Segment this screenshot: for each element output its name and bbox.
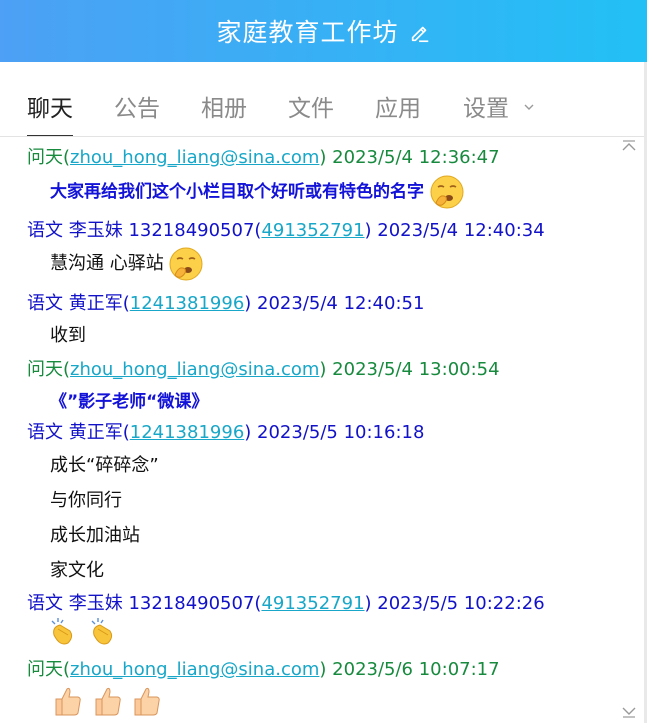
sender-name: 问天(: [27, 659, 71, 680]
thumbs-up-icon: [134, 687, 161, 716]
yawn-emoji-icon: [430, 175, 464, 209]
tab-album[interactable]: 相册: [201, 89, 247, 135]
message-timestamp: ) 2023/5/5 10:22:26: [364, 593, 545, 614]
message-line: 成长加油站: [50, 525, 140, 546]
message-text: 收到: [50, 325, 86, 346]
tab-files[interactable]: 文件: [288, 89, 334, 135]
sender-link[interactable]: 491352791: [261, 220, 364, 241]
message-text: 《”影子老师“微课》: [50, 392, 209, 412]
yawn-emoji-icon: [169, 247, 203, 281]
message-meta: 问天(zhou_hong_liang@sina.com) 2023/5/4 12…: [27, 143, 620, 169]
message-timestamp: ) 2023/5/4 12:36:47: [319, 147, 500, 168]
message-body: 慧沟通 心驿站: [50, 247, 620, 281]
message-line: 家文化: [50, 560, 104, 581]
message-meta: 语文 李玉妹 13218490507(491352791) 2023/5/4 1…: [27, 216, 620, 242]
message-line: 成长“碎碎念”: [50, 455, 159, 476]
message-timestamp: ) 2023/5/6 10:07:17: [319, 659, 500, 680]
scroll-up-icon[interactable]: [621, 140, 637, 152]
sender-name: 语文 李玉妹 13218490507(: [27, 220, 262, 241]
sender-link[interactable]: 491352791: [261, 593, 364, 614]
message-body: 大家再给我们这个小栏目取个好听或有特色的名字: [50, 175, 620, 209]
message-text: 大家再给我们这个小栏目取个好听或有特色的名字: [50, 182, 424, 202]
sender-name: 问天(: [27, 359, 71, 380]
message-body: [48, 615, 620, 654]
clapping-hands-icon: [91, 618, 112, 645]
scroll-down-icon[interactable]: [621, 706, 637, 718]
tab-apps[interactable]: 应用: [375, 89, 421, 135]
sender-link[interactable]: 1241381996: [130, 293, 245, 314]
message-timestamp: ) 2023/5/4 12:40:51: [244, 293, 425, 314]
sender-name: 语文 黄正军(: [27, 422, 130, 443]
sender-name: 语文 黄正军(: [27, 293, 130, 314]
tab-announcements[interactable]: 公告: [114, 89, 160, 135]
tab-bar: 聊天 公告 相册 文件 应用 设置: [0, 62, 644, 137]
message-meta: 语文 李玉妹 13218490507(491352791) 2023/5/5 1…: [27, 589, 620, 615]
message-meta: 问天(zhou_hong_liang@sina.com) 2023/5/6 10…: [27, 655, 620, 681]
clapping-hands-icon: [51, 618, 73, 645]
tab-settings-label: 设置: [463, 96, 509, 122]
message-timestamp: ) 2023/5/4 13:00:54: [319, 359, 500, 380]
sender-link[interactable]: zhou_hong_liang@sina.com: [70, 147, 319, 168]
tab-chat[interactable]: 聊天: [27, 89, 73, 136]
message-body: [50, 683, 620, 722]
thumbs-up-icon: [95, 687, 121, 716]
group-title: 家庭教育工作坊: [216, 18, 399, 47]
tab-settings[interactable]: 设置: [463, 89, 534, 135]
message-timestamp: ) 2023/5/4 12:40:34: [364, 220, 545, 241]
message-meta: 语文 黄正军(1241381996) 2023/5/4 12:40:51: [27, 289, 620, 315]
sender-link[interactable]: zhou_hong_liang@sina.com: [70, 659, 319, 680]
message-body: 收到: [50, 321, 620, 347]
message-meta: 问天(zhou_hong_liang@sina.com) 2023/5/4 13…: [27, 355, 620, 381]
window-header: 家庭教育工作坊: [0, 0, 647, 62]
message-text: 慧沟通 心驿站: [50, 253, 164, 274]
sender-link[interactable]: 1241381996: [130, 422, 245, 443]
sender-name: 语文 李玉妹 13218490507(: [27, 593, 262, 614]
sender-name: 问天(: [27, 147, 71, 168]
chevron-down-icon: [524, 104, 534, 110]
chat-message-list: 问天(zhou_hong_liang@sina.com) 2023/5/4 12…: [0, 137, 620, 723]
sender-link[interactable]: zhou_hong_liang@sina.com: [70, 359, 319, 380]
message-timestamp: ) 2023/5/5 10:16:18: [244, 422, 425, 443]
message-line: 与你同行: [50, 490, 122, 511]
edit-icon[interactable]: [409, 22, 431, 44]
thumbs-up-icon: [55, 687, 81, 716]
message-meta: 语文 黄正军(1241381996) 2023/5/5 10:16:18: [27, 418, 620, 444]
message-body: 《”影子老师“微课》: [50, 387, 620, 412]
